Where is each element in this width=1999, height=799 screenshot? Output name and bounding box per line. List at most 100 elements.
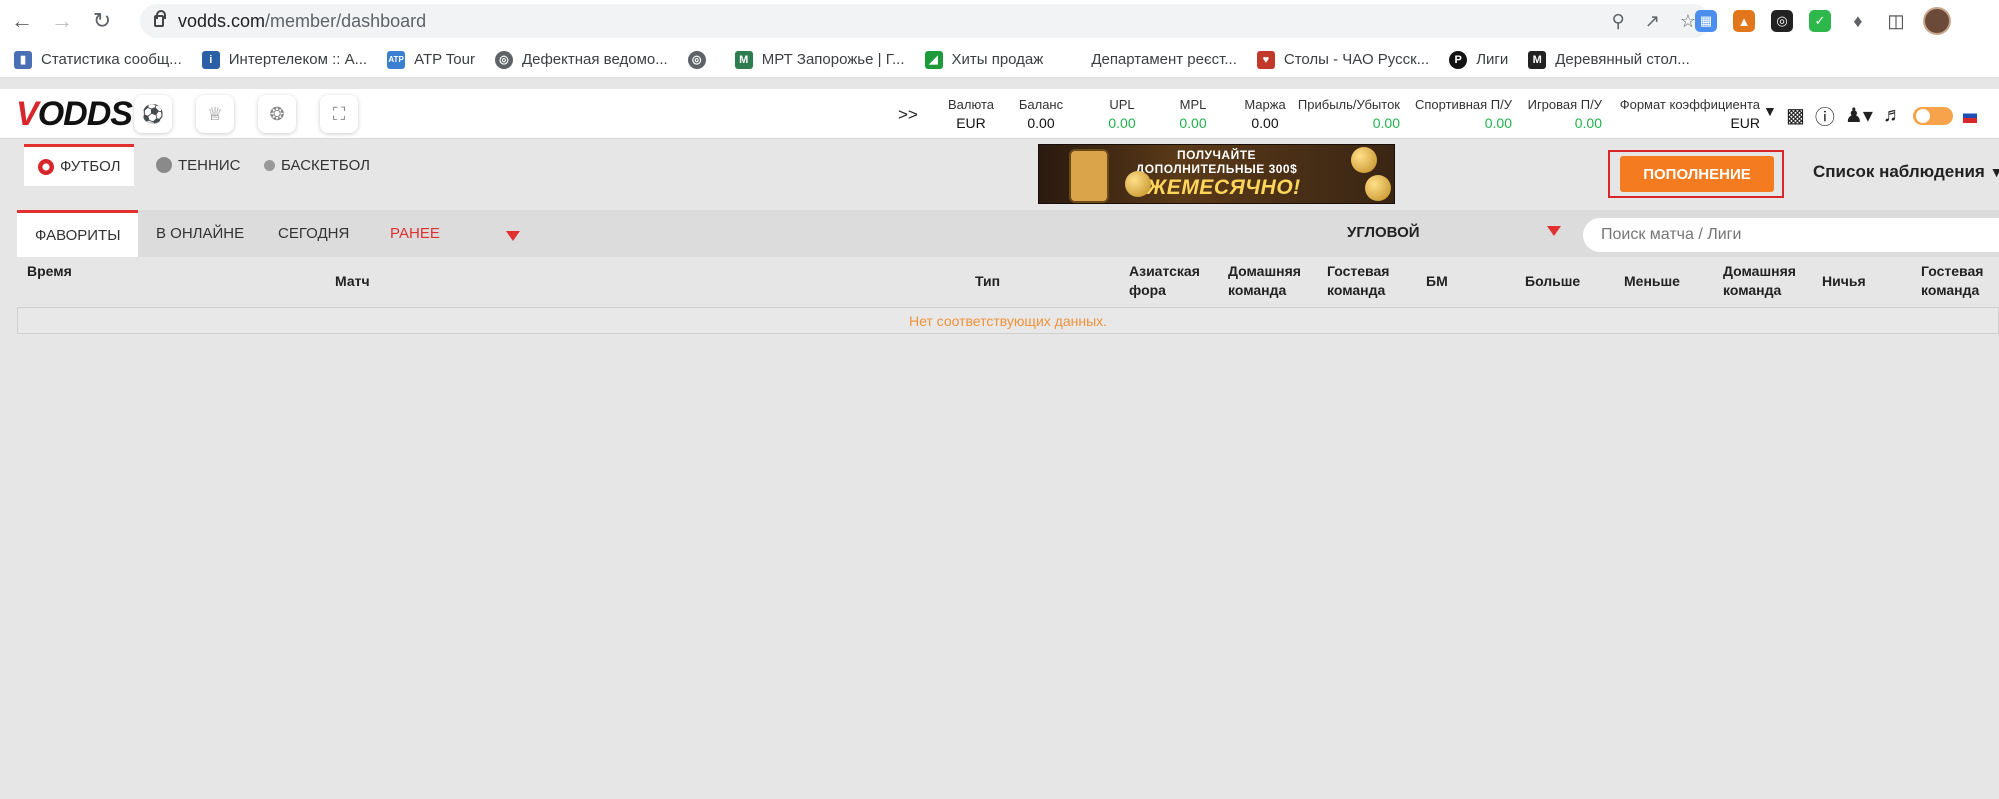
- stat-odds-format[interactable]: Формат коэффициента EUR: [1610, 96, 1760, 132]
- puzzle-icon[interactable]: ♦: [1847, 10, 1869, 32]
- bookmark-item[interactable]: ▮ Статистика сообщ...: [14, 50, 182, 69]
- logo-v: V: [16, 95, 39, 133]
- bookmark-label: Столы - ЧАО Русск...: [1283, 51, 1430, 68]
- tab-early[interactable]: РАНЕЕ: [372, 210, 458, 257]
- col-draw: Ничья: [1822, 273, 1866, 289]
- bookmark-item[interactable]: ♥ Столы - ЧАО Русск...: [1256, 50, 1430, 69]
- col-label: Азиатская: [1129, 263, 1200, 279]
- address-bar[interactable]: vodds.com /member/dashboard ⚲ ↗ ☆: [140, 4, 1710, 38]
- lock-icon[interactable]: [154, 10, 166, 27]
- col-label: команда: [1921, 282, 1980, 298]
- tab-today[interactable]: СЕГОДНЯ: [260, 210, 367, 257]
- col-label: команда: [1327, 282, 1386, 298]
- crown-icon[interactable]: ♕: [196, 95, 234, 133]
- vodds-logo[interactable]: VODDS: [16, 95, 133, 134]
- col-match[interactable]: Матч: [335, 272, 370, 291]
- bookmark-label: Хиты продаж: [951, 51, 1044, 68]
- stat-currency: Валюта EUR: [943, 96, 999, 132]
- col-label: Домашняя: [1228, 263, 1301, 279]
- stat-margin: Маржа 0.00: [1235, 96, 1295, 132]
- stat-value: 0.00: [1108, 115, 1136, 131]
- globe-icon: ◎: [494, 50, 513, 69]
- bookmark-item[interactable]: ◢ Хиты продаж: [924, 50, 1044, 69]
- stat-label: Прибыль/Убыток: [1297, 97, 1400, 112]
- stat-value: EUR: [956, 115, 986, 131]
- extension-icon[interactable]: ▦: [1695, 10, 1717, 32]
- bookmark-item[interactable]: i Интертелеком :: А...: [201, 50, 367, 69]
- shield-check-icon[interactable]: ✓: [1809, 10, 1831, 32]
- stat-game-pl: Игровая П/У 0.00: [1520, 96, 1602, 132]
- bookmark-item[interactable]: M МРТ Запорожье | Г...: [734, 50, 905, 69]
- forward-icon[interactable]: →: [44, 3, 80, 39]
- shield-icon: ♥: [1256, 50, 1275, 69]
- tab-label: ТЕННИС: [178, 156, 241, 174]
- tab-football[interactable]: ФУТБОЛ: [24, 144, 135, 186]
- site-header: VODDS ⚽ ♕ ❂ ⛶ >> Валюта EUR Баланс 0.00 UP…: [0, 89, 1999, 139]
- tab-live[interactable]: В ОНЛАЙНЕ: [138, 210, 262, 257]
- star-icon[interactable]: ☆: [1680, 11, 1696, 32]
- tab-label: ФУТБОЛ: [60, 158, 121, 175]
- tab-tennis[interactable]: ТЕННИС: [156, 144, 240, 186]
- extension-ring-icon[interactable]: ◎: [1771, 10, 1793, 32]
- stat-label: Маржа: [1244, 97, 1286, 112]
- bookmark-item[interactable]: ◎ Дефектная ведомо...: [494, 50, 668, 69]
- bookmark-item[interactable]: P Лиги: [1449, 50, 1509, 69]
- stat-label: Формат коэффициента: [1619, 97, 1760, 112]
- gamepad-icon[interactable]: ⛶: [320, 95, 358, 133]
- wallet-icon[interactable]: ▩: [1786, 103, 1805, 128]
- col-type: Тип: [975, 273, 1001, 289]
- metamask-icon[interactable]: ▲: [1733, 10, 1755, 32]
- col-away: Гостевая команда: [1327, 262, 1389, 300]
- col-label: команда: [1228, 282, 1287, 298]
- stat-value: 0.00: [1251, 115, 1279, 131]
- col-time[interactable]: Время: [27, 262, 72, 281]
- stat-value: 0.00: [1574, 115, 1602, 131]
- tab-basketball[interactable]: БАСКЕТБОЛ: [264, 144, 370, 186]
- watchlist-toggle[interactable]: Список наблюдения ▼: [1813, 162, 1999, 182]
- bookmark-item[interactable]: ATP ATP Tour: [387, 50, 475, 69]
- m-icon: M: [1528, 50, 1547, 69]
- bookmark-label: Лиги: [1476, 51, 1509, 68]
- banner-line2: ЕЖЕМЕСЯЧНО!: [1132, 176, 1301, 199]
- atp-icon: ATP: [387, 50, 406, 69]
- deposit-button[interactable]: ПОПОЛНЕНИЕ: [1620, 156, 1774, 192]
- football-icon[interactable]: ⚽: [134, 95, 172, 133]
- stat-label: Валюта: [948, 97, 994, 112]
- user-menu-icon[interactable]: ♟▾: [1845, 103, 1873, 128]
- share-icon[interactable]: ↗: [1645, 11, 1660, 32]
- expand-arrows[interactable]: >>: [898, 105, 918, 125]
- bookmark-label: Дефектная ведомо...: [521, 51, 668, 68]
- stat-label: MPL: [1179, 97, 1207, 112]
- roulette-icon[interactable]: ❂: [258, 95, 296, 133]
- market-dropdown-icon[interactable]: [1547, 226, 1561, 236]
- tab-favorites[interactable]: ФАВОРИТЫ: [17, 210, 139, 257]
- profile-avatar[interactable]: [1923, 7, 1951, 35]
- globe-icon: ◎: [687, 50, 706, 69]
- help-icon[interactable]: ⓘ: [1815, 101, 1835, 130]
- sound-icon[interactable]: ♬: [1883, 104, 1903, 127]
- search-input[interactable]: [1583, 218, 1999, 252]
- bookmark-item[interactable]: M Деревянный стол...: [1528, 50, 1690, 69]
- col-label: команда: [1723, 282, 1782, 298]
- theme-toggle[interactable]: [1912, 106, 1953, 125]
- bar-chart-icon: ▮: [14, 50, 32, 69]
- promo-banner[interactable]: ПОЛУЧАЙТЕ ДОПОЛНИТЕЛЬНЫЕ 300$ ЕЖЕМЕСЯЧНО…: [1038, 144, 1395, 204]
- odds-format-dropdown-icon[interactable]: ▼: [1763, 103, 1777, 119]
- zoom-icon[interactable]: ⚲: [1612, 11, 1625, 32]
- russia-flag-icon[interactable]: [1962, 108, 1977, 123]
- banner-line1b: ДОПОЛНИТЕЛЬНЫЕ 300$: [1135, 162, 1298, 176]
- stat-label: Спортивная П/У: [1415, 97, 1512, 112]
- stat-value: 0.00: [1027, 115, 1055, 131]
- col-asian-handicap: Азиатская фора: [1129, 262, 1200, 300]
- market-select[interactable]: УГЛОВОЙ: [1347, 224, 1420, 241]
- back-icon[interactable]: ←: [4, 3, 40, 39]
- stat-label: Игровая П/У: [1527, 97, 1602, 112]
- bookmark-item[interactable]: ◎: [687, 50, 715, 69]
- stat-profit-loss: Прибыль/Убыток 0.00: [1290, 96, 1400, 132]
- reload-icon[interactable]: ↻: [84, 3, 120, 39]
- early-dropdown-icon[interactable]: [506, 231, 520, 241]
- url-path: /member/dashboard: [265, 10, 427, 31]
- side-panel-icon[interactable]: ◫: [1885, 10, 1907, 32]
- stat-value: 0.00: [1372, 115, 1400, 131]
- bookmark-item[interactable]: Департамент реєст...: [1091, 51, 1237, 68]
